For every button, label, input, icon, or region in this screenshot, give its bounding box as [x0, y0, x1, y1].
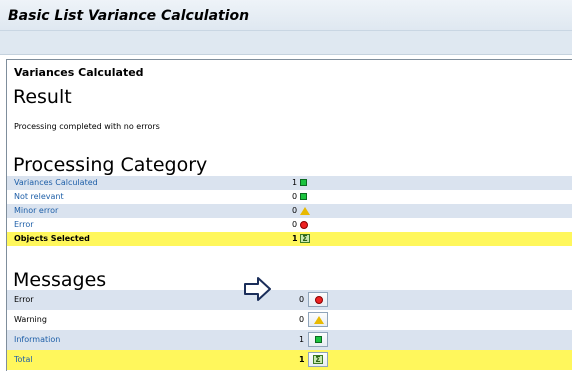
- sum-icon: Σ: [313, 355, 323, 364]
- category-row-variances-calculated[interactable]: Variances Calculated 1: [7, 176, 572, 190]
- category-label[interactable]: Variances Calculated: [14, 176, 98, 190]
- red-x-circle-icon: [300, 221, 308, 229]
- category-label[interactable]: Error: [14, 218, 34, 232]
- category-row-minor-error[interactable]: Minor error 0: [7, 204, 572, 218]
- message-label: Error: [14, 295, 34, 304]
- green-square-icon: [300, 193, 307, 200]
- result-heading: Result: [13, 86, 72, 108]
- category-label[interactable]: Not relevant: [14, 190, 64, 204]
- application-toolbar: [0, 31, 572, 55]
- yellow-triangle-icon: [300, 207, 310, 215]
- red-circle-icon: [315, 296, 323, 304]
- title-bar: Basic List Variance Calculation: [0, 0, 572, 31]
- warning-messages-button[interactable]: [308, 312, 328, 327]
- total-messages-button[interactable]: Σ: [308, 352, 328, 367]
- error-messages-button[interactable]: [308, 292, 328, 307]
- category-count: 1: [292, 178, 298, 187]
- message-row-error[interactable]: Error 0: [7, 290, 572, 310]
- category-count: 0: [292, 206, 298, 215]
- status-message: Processing completed with no errors: [14, 122, 160, 131]
- processing-category-heading: Processing Category: [13, 154, 208, 176]
- category-count: 0: [292, 220, 298, 229]
- category-count: 0: [292, 192, 298, 201]
- message-label: Information: [14, 335, 61, 344]
- message-label: Warning: [14, 315, 47, 324]
- arrow-right-icon: [244, 277, 271, 301]
- category-count: 1: [292, 234, 298, 243]
- category-row-error[interactable]: Error 0: [7, 218, 572, 232]
- window-title: Basic List Variance Calculation: [8, 8, 250, 24]
- category-row-not-relevant[interactable]: Not relevant 0: [7, 190, 572, 204]
- category-row-objects-selected[interactable]: Objects Selected 1 Σ: [7, 232, 572, 246]
- messages-heading: Messages: [13, 269, 107, 291]
- list-subtitle: Variances Calculated: [14, 66, 144, 79]
- sum-icon: Σ: [300, 234, 310, 243]
- message-row-information[interactable]: Information 1: [7, 330, 572, 350]
- green-square-icon: [300, 179, 307, 186]
- message-label: Total: [14, 355, 33, 364]
- result-list: Variances Calculated Result Processing c…: [6, 59, 572, 371]
- category-label[interactable]: Minor error: [14, 204, 58, 218]
- message-count: 0: [299, 315, 305, 324]
- green-square-icon: [315, 336, 322, 343]
- message-count: 0: [299, 295, 305, 304]
- category-label[interactable]: Objects Selected: [14, 232, 90, 246]
- information-messages-button[interactable]: [308, 332, 328, 347]
- message-count: 1: [299, 335, 305, 344]
- message-count: 1: [299, 355, 305, 364]
- yellow-triangle-icon: [314, 316, 324, 324]
- message-row-warning[interactable]: Warning 0: [7, 310, 572, 330]
- message-row-total[interactable]: Total 1 Σ: [7, 350, 572, 370]
